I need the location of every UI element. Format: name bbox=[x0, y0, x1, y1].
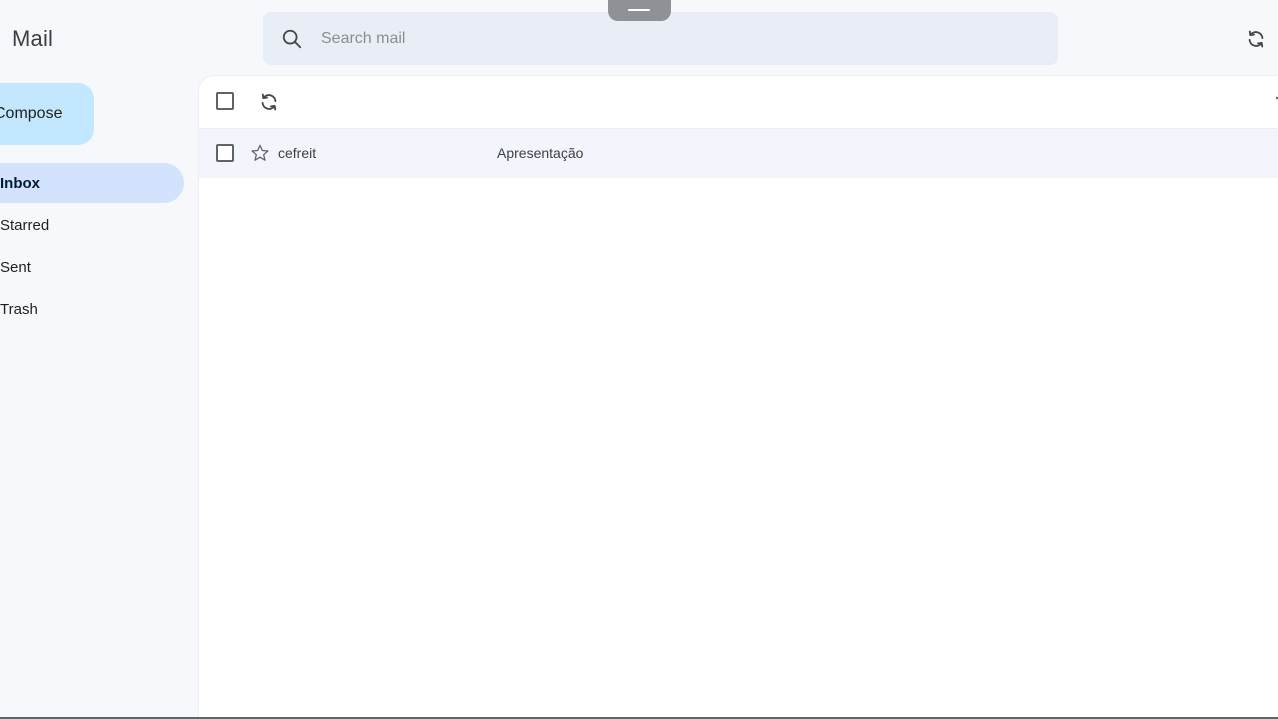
mail-app: Mail Compose Inbox Starred Sent bbox=[0, 0, 1278, 717]
sidebar-item-label: Trash bbox=[0, 300, 38, 318]
sidebar-item-label: Inbox bbox=[0, 174, 40, 192]
list-toolbar bbox=[199, 76, 1278, 129]
select-all-checkbox[interactable] bbox=[216, 92, 234, 110]
refresh-icon[interactable] bbox=[257, 90, 281, 114]
sidebar-nav: Inbox Starred Sent Trash bbox=[0, 163, 184, 331]
sidebar-item-label: Sent bbox=[0, 258, 31, 276]
sidebar-item-label: Starred bbox=[0, 216, 50, 234]
mail-list-panel: cefreit Apresentação bbox=[198, 75, 1278, 717]
drag-handle-bar bbox=[628, 9, 650, 11]
drag-handle-icon[interactable] bbox=[608, 0, 671, 21]
email-sender: cefreit bbox=[278, 145, 317, 161]
star-icon[interactable] bbox=[249, 142, 271, 164]
app-title: Mail bbox=[12, 26, 54, 51]
sidebar-item-starred[interactable]: Starred bbox=[0, 205, 184, 245]
sidebar-item-trash[interactable]: Trash bbox=[0, 289, 184, 329]
more-icon[interactable] bbox=[1274, 95, 1278, 101]
email-subject: Apresentação bbox=[497, 145, 584, 161]
email-checkbox[interactable] bbox=[216, 144, 234, 162]
compose-button[interactable]: Compose bbox=[0, 83, 94, 145]
brand: Mail bbox=[0, 24, 53, 54]
search-input[interactable] bbox=[319, 22, 1023, 55]
search-icon[interactable] bbox=[281, 28, 303, 50]
header-refresh-icon[interactable] bbox=[1244, 27, 1268, 51]
sidebar-item-sent[interactable]: Sent bbox=[0, 247, 184, 287]
email-row[interactable]: cefreit Apresentação bbox=[199, 129, 1278, 178]
sidebar-item-inbox[interactable]: Inbox bbox=[0, 163, 184, 203]
